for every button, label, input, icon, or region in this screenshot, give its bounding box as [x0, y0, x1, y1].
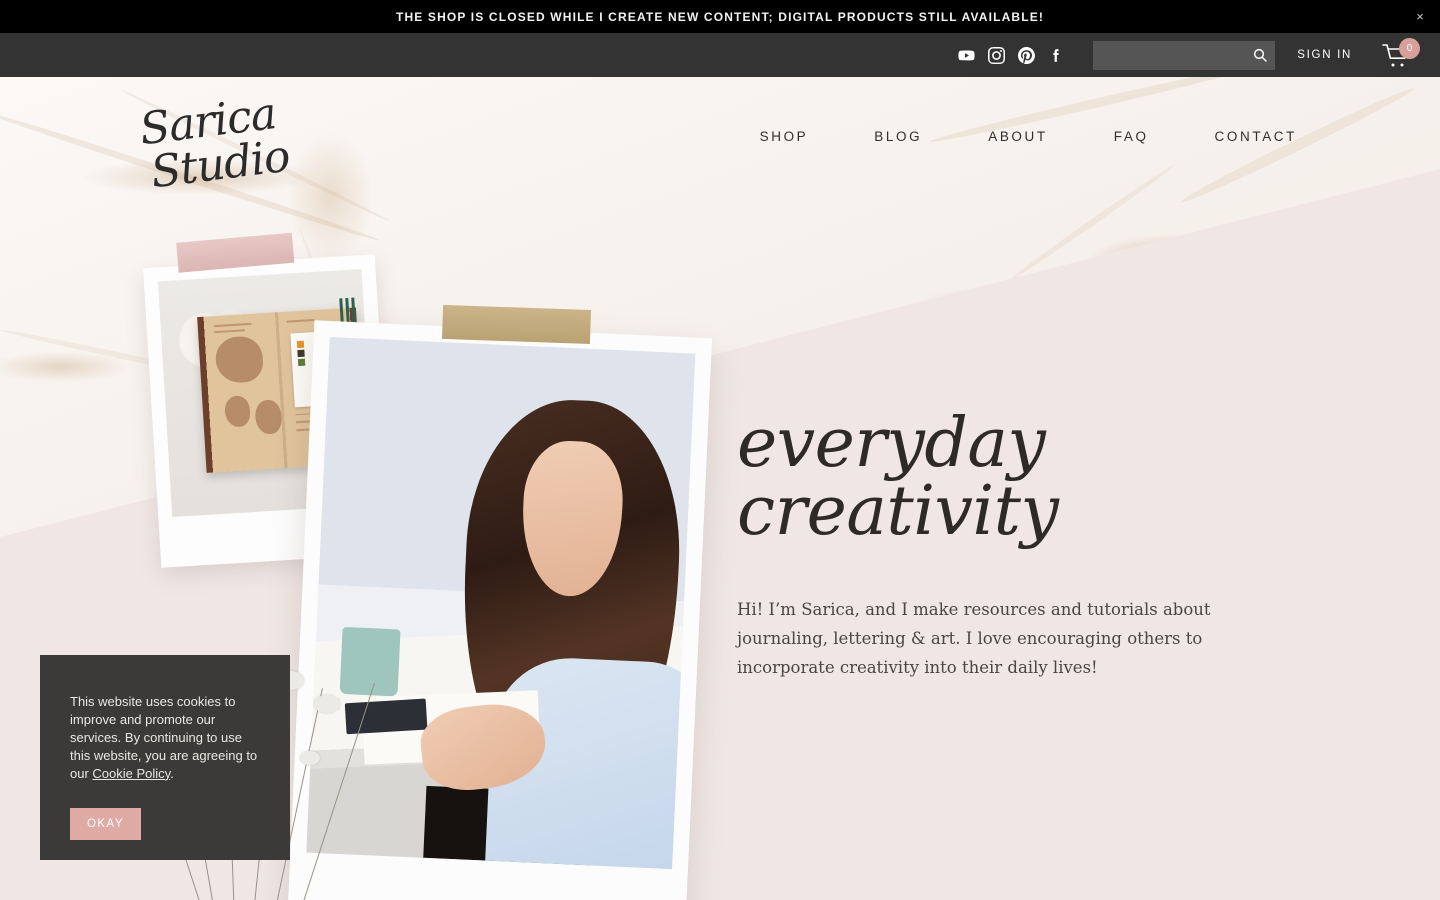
cart-count-badge: 0	[1399, 38, 1420, 59]
cookie-message-suffix: .	[170, 765, 174, 781]
youtube-icon[interactable]	[958, 47, 975, 64]
nav-item-about[interactable]: ABOUT	[955, 129, 1081, 144]
main-navigation: SHOP BLOG ABOUT FAQ CONTACT	[727, 129, 1330, 144]
search-box[interactable]	[1093, 40, 1289, 70]
hero-subtitle: Hi! I’m Sarica, and I make resources and…	[737, 600, 1211, 677]
washi-tape-kraft	[441, 304, 592, 345]
cookie-message: This website uses cookies to improve and…	[70, 693, 260, 783]
cookie-consent-banner: This website uses cookies to improve and…	[40, 655, 290, 860]
hero-title: everyday creativity	[737, 404, 1059, 551]
cookie-policy-link[interactable]: Cookie Policy	[92, 766, 170, 781]
site-logo[interactable]: Sarica Studio	[132, 83, 293, 205]
cookie-okay-button[interactable]: OKAY	[70, 807, 141, 840]
nav-item-shop[interactable]: SHOP	[727, 129, 842, 144]
close-icon[interactable]: ×	[1412, 9, 1428, 25]
nav-item-contact[interactable]: CONTACT	[1182, 129, 1330, 144]
pinterest-icon[interactable]	[1018, 46, 1036, 64]
social-links	[958, 46, 1065, 64]
nav-item-blog[interactable]: BLOG	[841, 129, 955, 144]
search-icon[interactable]	[1252, 47, 1268, 63]
masthead: Sarica Studio SHOP BLOG ABOUT FAQ CONTAC…	[0, 77, 1440, 207]
logo-line-2: Studio	[148, 130, 293, 198]
announcement-text: THE SHOP IS CLOSED WHILE I CREATE NEW CO…	[395, 9, 1044, 24]
instagram-icon[interactable]	[988, 46, 1006, 64]
facebook-icon[interactable]	[1048, 47, 1065, 64]
cart-button[interactable]: 0	[1382, 38, 1420, 70]
utility-bar: SIGN IN 0	[0, 33, 1440, 77]
hero-copy: everyday creativity Hi! I’m Sarica, and …	[737, 410, 1317, 683]
nav-item-faq[interactable]: FAQ	[1081, 129, 1182, 144]
sign-in-link[interactable]: SIGN IN	[1297, 49, 1352, 61]
announcement-bar: THE SHOP IS CLOSED WHILE I CREATE NEW CO…	[0, 0, 1440, 33]
